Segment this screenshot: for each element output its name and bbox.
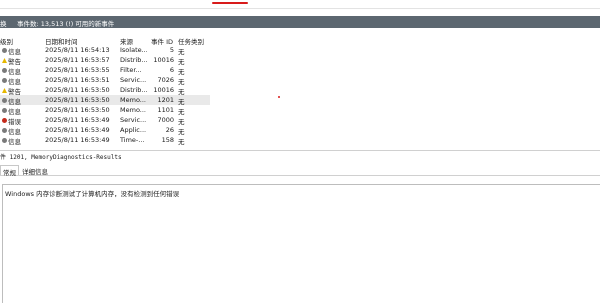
event-detail-title: 件 1201, MemoryDiagnostics-Results xyxy=(0,154,122,161)
event-id: 26 xyxy=(165,126,174,134)
event-date: 2025/8/11 16:53:55 xyxy=(45,66,110,74)
event-source: Distrib... xyxy=(120,86,147,94)
event-date: 2025/8/11 16:53:50 xyxy=(45,86,110,94)
event-row[interactable]: 警告 2025/8/11 16:53:57 Distrib... 10016 无 xyxy=(0,55,210,66)
event-id: 10016 xyxy=(153,86,174,94)
event-message-box[interactable]: Windows 内存诊断测试了计算机内存，没有检测到任何错误 xyxy=(2,184,600,303)
top-toolbar xyxy=(0,0,600,9)
event-date: 2025/8/11 16:53:49 xyxy=(45,116,110,124)
event-message: Windows 内存诊断测试了计算机内存，没有检测到任何错误 xyxy=(5,190,180,198)
event-id: 1201 xyxy=(157,96,174,104)
info-icon xyxy=(2,48,7,53)
tab-details[interactable]: 详细信息 xyxy=(20,165,50,176)
event-date: 2025/8/11 16:53:50 xyxy=(45,106,110,114)
event-id: 1101 xyxy=(157,106,174,114)
info-icon xyxy=(2,138,7,143)
event-row[interactable]: 信息 2025/8/11 16:53:51 Servic... 7026 无 xyxy=(0,75,210,86)
warning-icon xyxy=(2,88,7,93)
info-icon xyxy=(2,128,7,133)
event-date: 2025/8/11 16:53:51 xyxy=(45,76,110,84)
event-row[interactable]: 信息 2025/8/11 16:54:13 Isolate... 5 无 xyxy=(0,45,210,56)
event-row[interactable]: 信息 2025/8/11 16:53:49 Applic... 26 无 xyxy=(0,125,210,136)
error-icon xyxy=(2,118,7,123)
event-date: 2025/8/11 16:53:50 xyxy=(45,96,110,104)
info-icon xyxy=(2,68,7,73)
event-row[interactable]: 信息 2025/8/11 16:53:49 Time-... 158 无 xyxy=(0,135,210,146)
event-source: Memo... xyxy=(120,106,146,114)
warning-icon xyxy=(2,58,7,63)
event-source: Isolate... xyxy=(120,46,147,54)
event-id: 7026 xyxy=(157,76,174,84)
red-annotation-mark xyxy=(212,2,248,4)
event-source: Filter... xyxy=(120,66,142,74)
event-date: 2025/8/11 16:53:49 xyxy=(45,126,110,134)
event-list-header: 级别 日期和时间 来源 事件 ID 任务类别 xyxy=(0,35,210,46)
info-icon xyxy=(2,108,7,113)
event-source: Memo... xyxy=(120,96,146,104)
event-date: 2025/8/11 16:54:13 xyxy=(45,46,110,54)
info-icon xyxy=(2,98,7,103)
tab-general[interactable]: 常规 xyxy=(0,165,19,177)
event-row[interactable]: 信息 2025/8/11 16:53:50 Memo... 1101 无 xyxy=(0,105,210,116)
event-category: 无 xyxy=(178,138,185,146)
event-id: 158 xyxy=(161,136,174,144)
event-row[interactable]: 错误 2025/8/11 16:53:49 Servic... 7000 无 xyxy=(0,115,210,126)
red-annotation-dot xyxy=(278,96,280,98)
detail-tabs: 常规 详细信息 xyxy=(0,165,600,177)
event-source: Servic... xyxy=(120,116,147,124)
event-row-selected[interactable]: 信息 2025/8/11 16:53:50 Memo... 1201 无 xyxy=(0,95,210,106)
info-icon xyxy=(2,78,7,83)
event-id: 10016 xyxy=(153,56,174,64)
event-id: 7000 xyxy=(157,116,174,124)
event-id: 5 xyxy=(169,46,174,54)
event-source: Servic... xyxy=(120,76,147,84)
event-level: 信息 xyxy=(8,138,21,146)
event-count-label: 事件数: 13,513 (!) 可用的新事件 xyxy=(17,20,115,28)
event-date: 2025/8/11 16:53:57 xyxy=(45,56,110,64)
event-source: Applic... xyxy=(120,126,147,134)
event-source: Distrib... xyxy=(120,56,147,64)
event-row[interactable]: 警告 2025/8/11 16:53:50 Distrib... 10016 无 xyxy=(0,85,210,96)
event-log-title-bar: 换 事件数: 13,513 (!) 可用的新事件 xyxy=(0,16,600,28)
event-list[interactable]: 级别 日期和时间 来源 事件 ID 任务类别 信息 2025/8/11 16:5… xyxy=(0,28,600,150)
event-row[interactable]: 信息 2025/8/11 16:53:55 Filter... 6 无 xyxy=(0,65,210,76)
event-source: Time-... xyxy=(120,136,145,144)
pane-splitter[interactable] xyxy=(0,150,600,151)
event-id: 6 xyxy=(169,66,174,74)
pane-label: 换 xyxy=(0,20,7,28)
event-date: 2025/8/11 16:53:49 xyxy=(45,136,110,144)
